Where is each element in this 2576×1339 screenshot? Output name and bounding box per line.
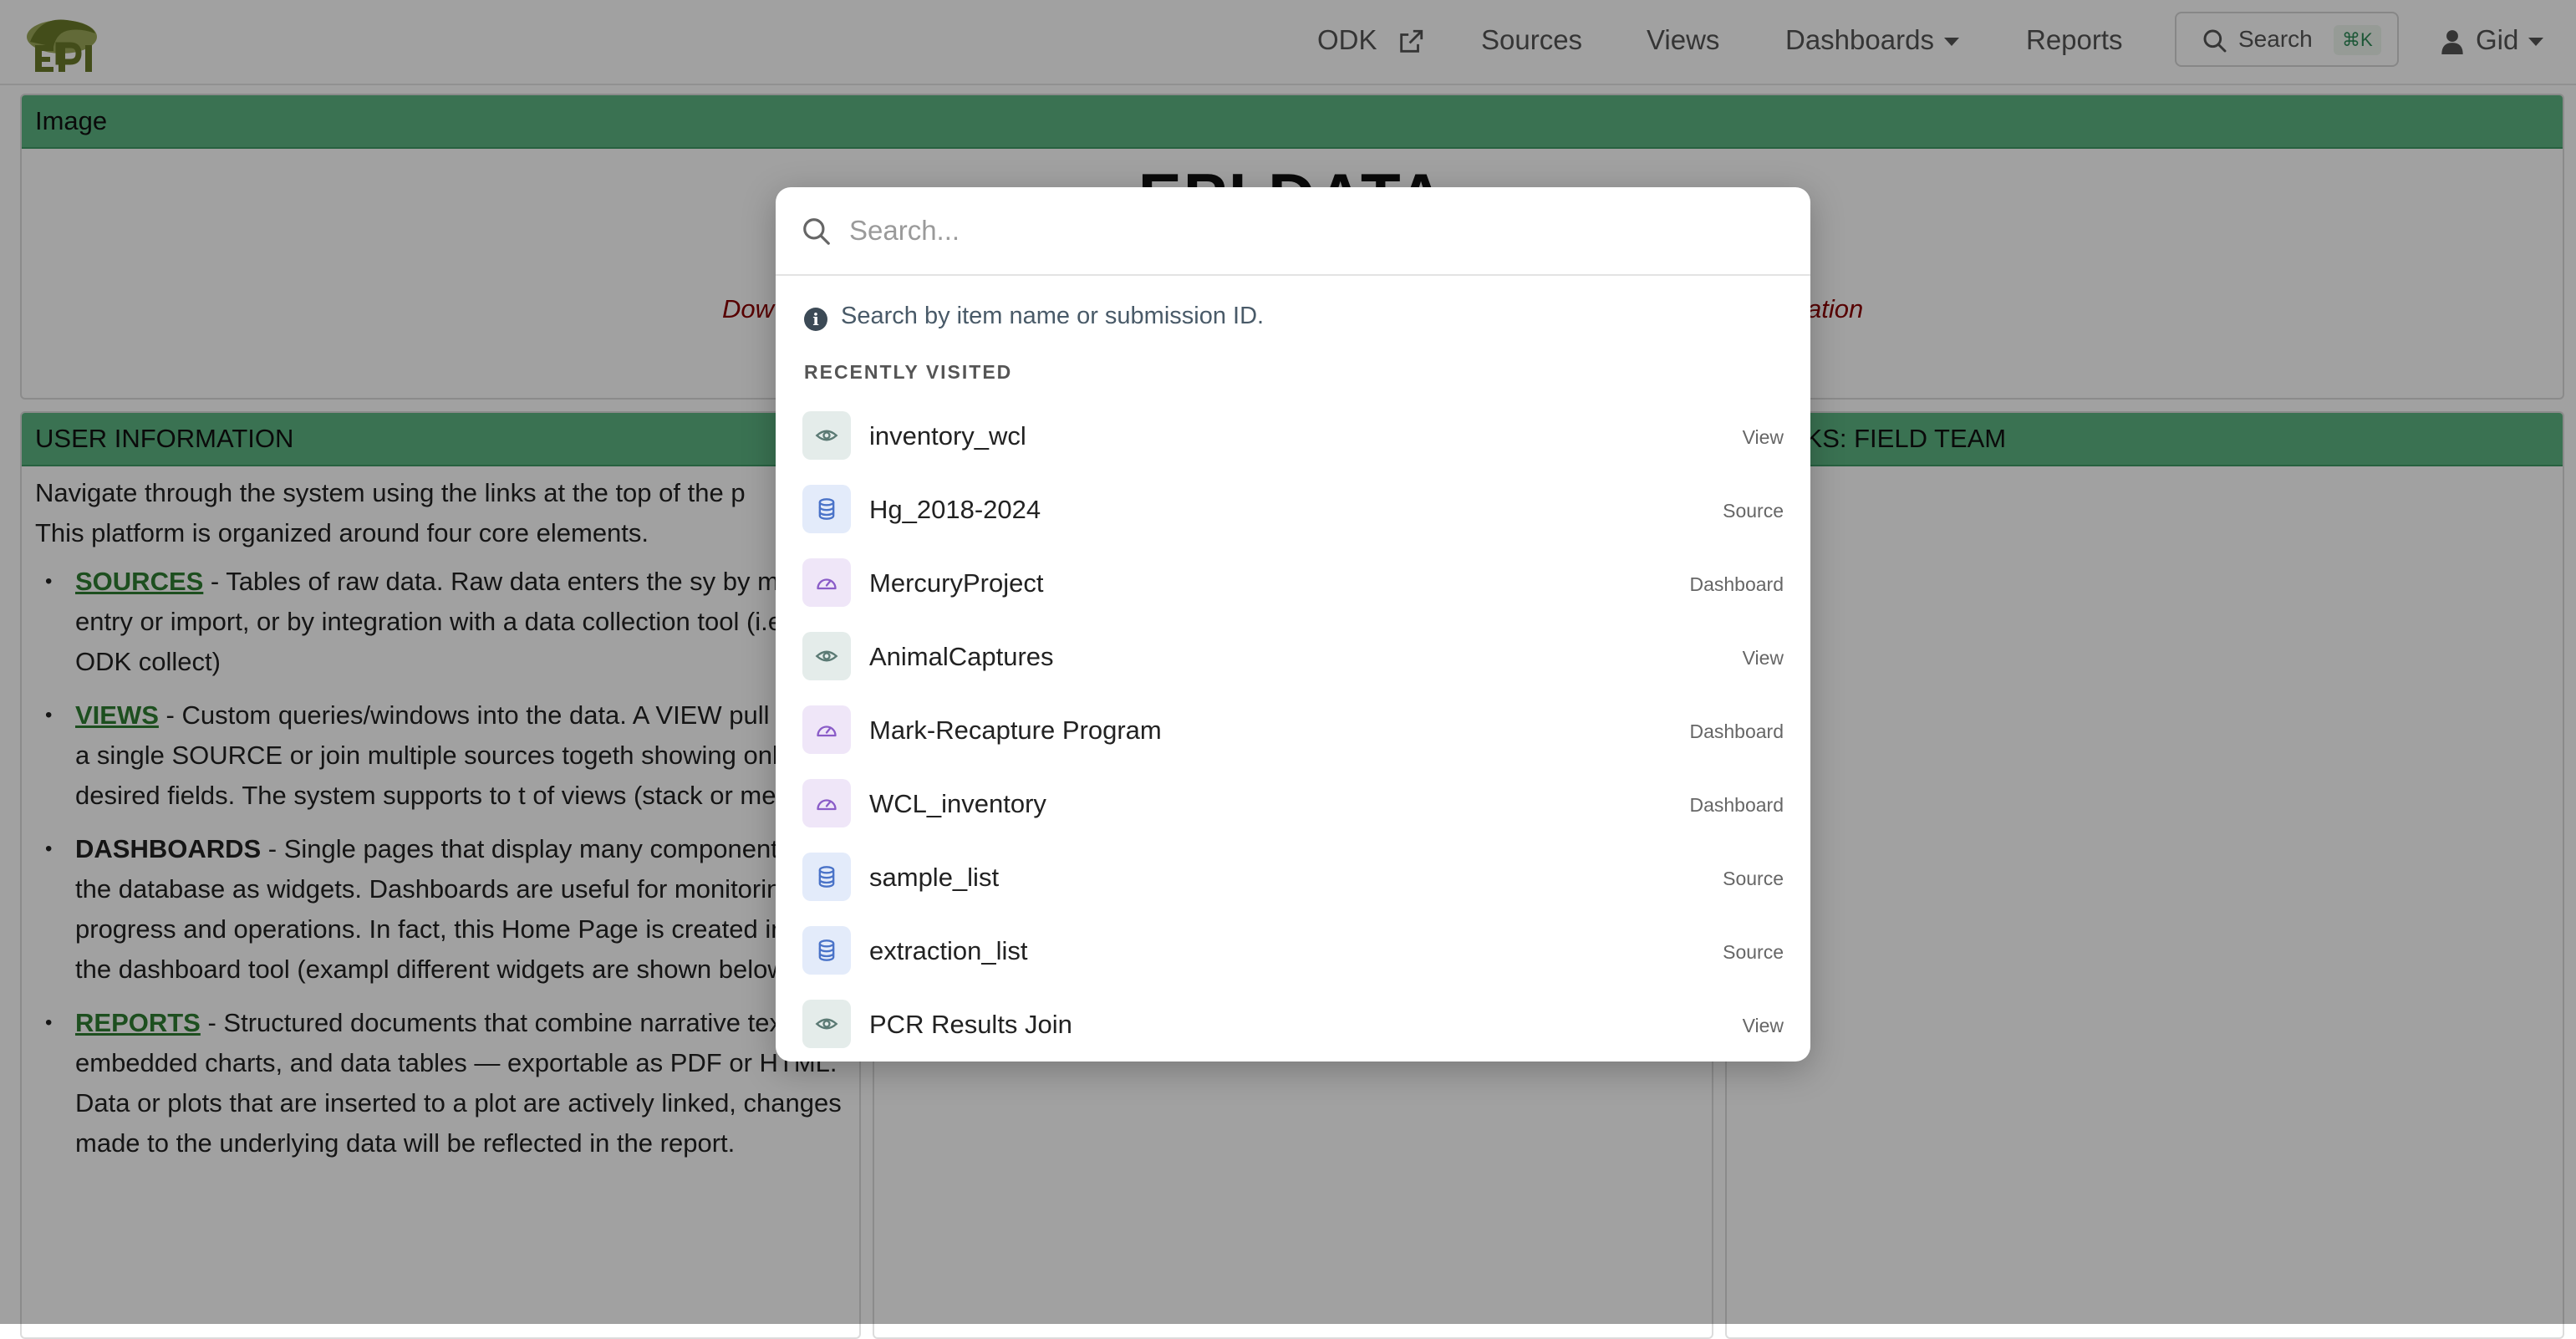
modal-search-input[interactable]: [848, 206, 1770, 256]
item-type: View: [1742, 647, 1784, 669]
recently-visited-list: inventory_wcl View Hg_2018-2024 Source M…: [802, 400, 1784, 1062]
gauge-icon: [802, 779, 851, 827]
item-name: MercuryProject: [869, 568, 1044, 598]
list-item[interactable]: Hg_2018-2024 Source: [802, 473, 1784, 547]
item-type: Source: [1723, 941, 1784, 963]
database-icon: [802, 485, 851, 533]
recently-visited-heading: RECENTLY VISITED: [804, 361, 1013, 383]
item-name: WCL_inventory: [869, 789, 1046, 818]
eye-icon: [802, 632, 851, 680]
item-type: Source: [1723, 500, 1784, 522]
item-type: View: [1742, 1015, 1784, 1036]
modal-search-bar: [776, 187, 1810, 276]
item-name: AnimalCaptures: [869, 642, 1054, 671]
database-icon: [802, 853, 851, 901]
search-icon: [803, 218, 830, 245]
search-hint-text: Search by item name or submission ID.: [841, 303, 1265, 329]
eye-icon: [802, 411, 851, 460]
item-name: PCR Results Join: [869, 1010, 1072, 1039]
item-name: Mark-Recapture Program: [869, 715, 1162, 745]
list-item[interactable]: MercuryProject Dashboard: [802, 547, 1784, 620]
item-name: Hg_2018-2024: [869, 495, 1041, 524]
item-name: extraction_list: [869, 936, 1028, 965]
item-type: View: [1742, 426, 1784, 448]
list-item[interactable]: Mark-Recapture Program Dashboard: [802, 694, 1784, 767]
database-icon: [802, 926, 851, 975]
item-name: inventory_wcl: [869, 421, 1026, 451]
item-type: Dashboard: [1689, 720, 1784, 742]
item-type: Dashboard: [1689, 573, 1784, 595]
search-modal: i Search by item name or submission ID. R…: [776, 187, 1810, 1062]
list-item[interactable]: PCR Results Join View: [802, 988, 1784, 1062]
item-name: sample_list: [869, 863, 1000, 892]
list-item[interactable]: extraction_list Source: [802, 914, 1784, 988]
item-type: Source: [1723, 868, 1784, 889]
info-icon: i: [804, 308, 827, 331]
gauge-icon: [802, 705, 851, 754]
search-hint: i Search by item name or submission ID.: [804, 301, 1264, 331]
list-item[interactable]: sample_list Source: [802, 841, 1784, 914]
list-item[interactable]: WCL_inventory Dashboard: [802, 767, 1784, 841]
eye-icon: [802, 1000, 851, 1048]
gauge-icon: [802, 558, 851, 607]
item-type: Dashboard: [1689, 794, 1784, 816]
list-item[interactable]: AnimalCaptures View: [802, 620, 1784, 694]
list-item[interactable]: inventory_wcl View: [802, 400, 1784, 473]
